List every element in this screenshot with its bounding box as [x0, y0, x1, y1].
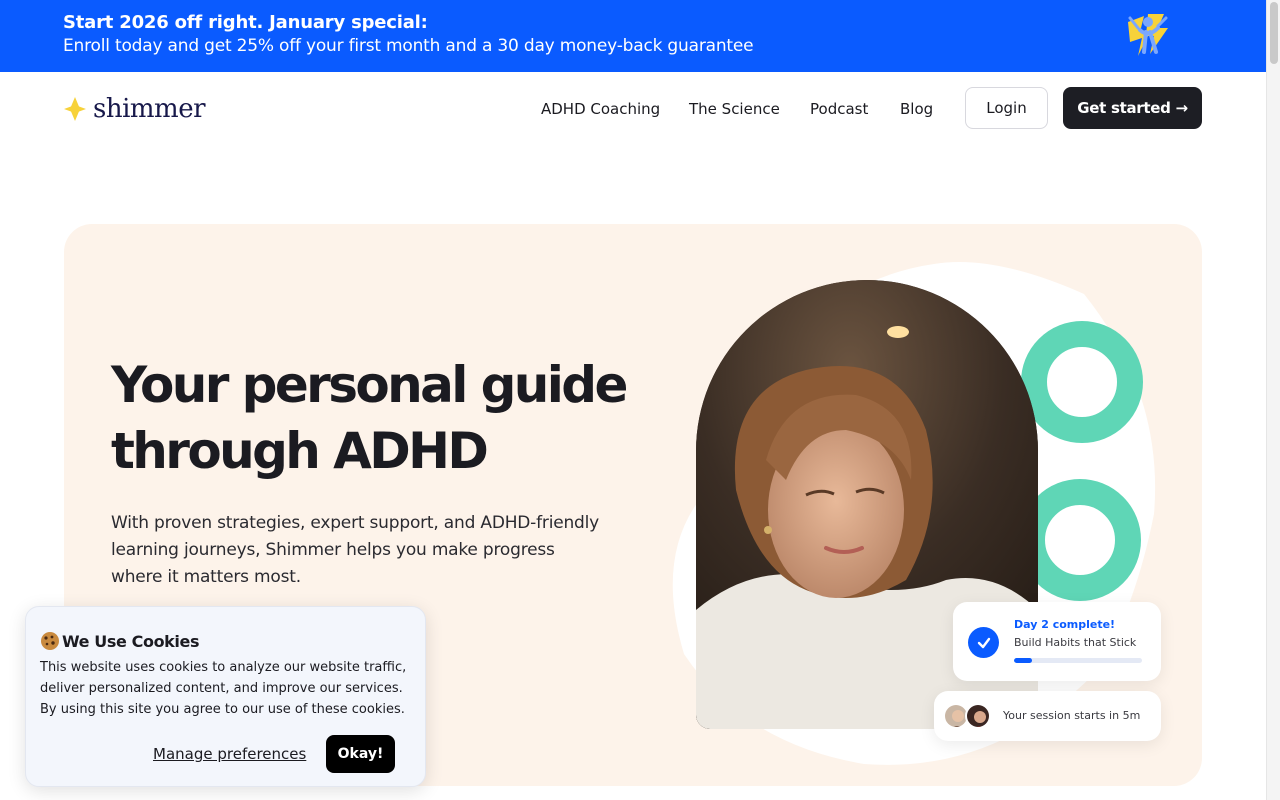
page-scrollbar[interactable] [1266, 0, 1280, 800]
hero-title: Your personal guide through ADHD [111, 352, 631, 484]
session-countdown: Your session starts in 5m [1003, 709, 1141, 722]
hero-title-line2: through ADHD [111, 422, 489, 480]
cookie-title: We Use Cookies [40, 631, 199, 651]
nav-adhd-coaching[interactable]: ADHD Coaching [541, 100, 660, 118]
celebration-illustration [1128, 14, 1168, 56]
nav-podcast[interactable]: Podcast [810, 100, 868, 118]
hero-description: With proven strategies, expert support, … [111, 513, 600, 587]
progress-card: Day 2 complete! Build Habits that Stick [953, 602, 1161, 681]
progress-status: Day 2 complete! [1014, 618, 1116, 631]
site-header: shimmer ADHD Coaching The Science Podcas… [0, 72, 1266, 146]
manage-preferences-link[interactable]: Manage preferences [153, 745, 306, 763]
cookie-icon [41, 632, 59, 650]
sparkle-logo-icon [64, 97, 86, 121]
scrollbar-thumb[interactable] [1270, 2, 1278, 64]
cookie-okay-button[interactable]: Okay! [326, 735, 395, 773]
nav-blog[interactable]: Blog [900, 100, 933, 118]
progress-bar [1014, 658, 1142, 663]
cookie-banner: We Use Cookies This website uses cookies… [25, 606, 426, 787]
session-card: Your session starts in 5m [934, 691, 1161, 741]
progress-bar-fill [1014, 658, 1032, 663]
progress-task: Build Habits that Stick [1014, 636, 1137, 649]
promo-headline: Start 2026 off right. January special: [63, 12, 428, 33]
promo-banner[interactable]: Start 2026 off right. January special: E… [0, 0, 1266, 72]
user-avatar [965, 703, 991, 729]
checkmark-icon [968, 627, 999, 658]
cookie-body: This website uses cookies to analyze our… [40, 660, 407, 717]
get-started-button[interactable]: Get started → [1063, 87, 1202, 129]
hero-title-line1: Your personal guide [111, 356, 628, 414]
promo-subtext: Enroll today and get 25% off your first … [63, 36, 754, 56]
shimmer-logo[interactable]: shimmer [63, 94, 206, 124]
login-button[interactable]: Login [965, 87, 1048, 129]
nav-the-science[interactable]: The Science [689, 100, 780, 118]
logo-wordmark: shimmer [93, 94, 206, 124]
cookie-title-text: We Use Cookies [62, 631, 200, 651]
